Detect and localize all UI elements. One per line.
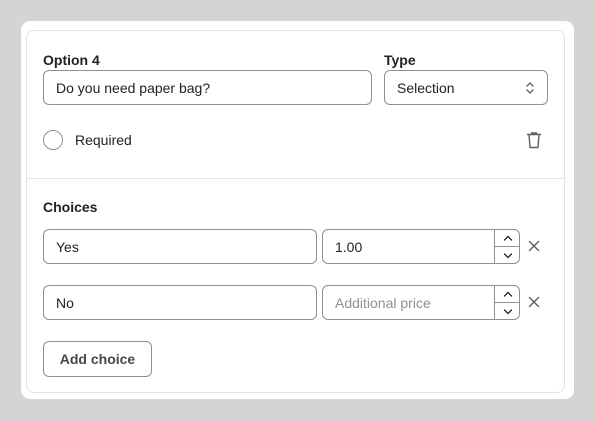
- type-label: Type: [384, 52, 416, 68]
- option-editor-panel: Option 4 Type Selection Required Choices: [26, 30, 565, 393]
- chevron-up-icon[interactable]: [495, 229, 520, 246]
- close-icon[interactable]: [527, 239, 541, 253]
- choice-name-input[interactable]: [43, 229, 317, 264]
- type-select[interactable]: Selection: [384, 70, 548, 105]
- required-checkbox[interactable]: [43, 130, 63, 150]
- close-icon[interactable]: [527, 295, 541, 309]
- trash-icon[interactable]: [526, 131, 542, 149]
- price-stepper: [494, 285, 520, 320]
- option-card: Option 4 Type Selection Required Choices: [21, 21, 574, 399]
- chevron-down-icon[interactable]: [495, 246, 520, 264]
- choice-name-input[interactable]: [43, 285, 317, 320]
- option-label: Option 4: [43, 52, 100, 68]
- choices-label: Choices: [43, 199, 98, 215]
- chevron-up-down-icon: [525, 80, 535, 96]
- choice-price-input[interactable]: [322, 285, 520, 320]
- section-divider: [27, 178, 564, 179]
- option-question-input[interactable]: [43, 70, 372, 105]
- type-select-value: Selection: [397, 79, 455, 96]
- price-stepper: [494, 229, 520, 264]
- required-label: Required: [75, 132, 132, 148]
- add-choice-button[interactable]: Add choice: [43, 341, 152, 377]
- chevron-down-icon[interactable]: [495, 302, 520, 320]
- choice-price-input[interactable]: [322, 229, 520, 264]
- chevron-up-icon[interactable]: [495, 285, 520, 302]
